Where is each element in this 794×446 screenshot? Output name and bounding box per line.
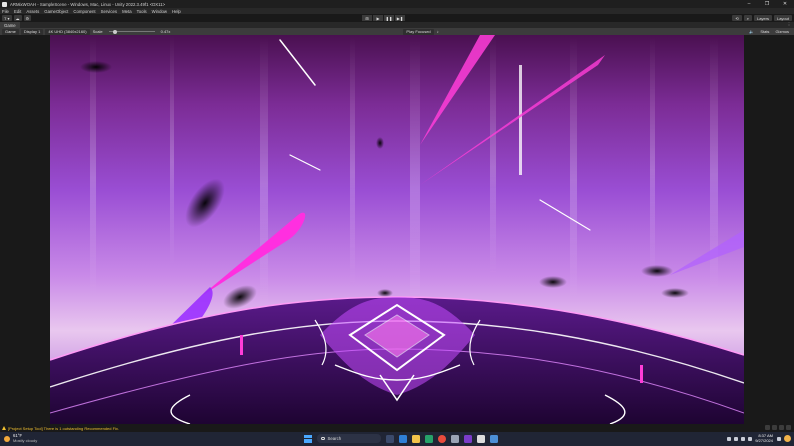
chevron-up-icon[interactable]	[727, 436, 732, 441]
app-icon-8[interactable]	[490, 434, 498, 443]
status-right-icons	[763, 425, 791, 430]
app-icon-6[interactable]	[464, 434, 472, 443]
play-mode-dropdown[interactable]: Play Focused	[403, 28, 434, 35]
unity-taskbar-icon[interactable]	[477, 434, 485, 443]
scale-slider[interactable]	[108, 29, 155, 34]
close-button[interactable]: ✕	[776, 0, 794, 8]
stats-button[interactable]: Stats	[757, 29, 772, 35]
minimize-button[interactable]: –	[740, 0, 758, 8]
game-scene-render	[50, 35, 744, 424]
unity-logo-icon	[2, 1, 7, 7]
copilot-icon[interactable]	[784, 435, 791, 443]
task-view-icon[interactable]	[386, 434, 394, 443]
title-bar: ARMixWOAH - SampleScene - Windows, Mac, …	[0, 0, 794, 8]
scale-value: 0.47x	[160, 29, 171, 34]
window-title: ARMixWOAH - SampleScene - Windows, Mac, …	[10, 1, 166, 7]
scale-slider-handle[interactable]	[113, 29, 118, 34]
audio-icon[interactable]: 🔈	[746, 29, 757, 35]
game-mode-dropdown[interactable]: Game	[2, 28, 19, 35]
display-dropdown[interactable]: Display 1	[20, 28, 44, 35]
layers-dropdown[interactable]: Layers	[753, 15, 772, 21]
cloud-icon[interactable]: ☁	[13, 15, 22, 21]
menu-edit[interactable]: Edit	[14, 9, 21, 14]
clock-date: 9/27/2024	[755, 437, 773, 443]
play-button[interactable]: ▶	[373, 15, 383, 21]
search-placeholder: Search	[327, 436, 342, 441]
status-bar: [Project Setup Tool] There is 1 outstand…	[0, 424, 794, 432]
scale-label: Scale	[92, 29, 103, 34]
toolbar-right: ⟲ ⌕ Layers Layout	[730, 15, 792, 21]
weather-widget[interactable]: 61°F Mostly cloudy	[4, 434, 37, 443]
gizmos-button[interactable]: Gizmos	[772, 29, 792, 35]
arena-platform	[50, 296, 744, 424]
search-icon[interactable]: ⌕	[743, 15, 752, 21]
menu-help[interactable]: Help	[172, 9, 181, 14]
pause-button[interactable]: ❚❚	[384, 15, 394, 21]
app-icon-5[interactable]	[451, 434, 459, 443]
cache-icon[interactable]	[772, 425, 777, 430]
console-status-message[interactable]: [Project Setup Tool] There is 1 outstand…	[8, 426, 119, 431]
settings-icon[interactable]: ⚙	[23, 15, 32, 21]
menu-services[interactable]: Services	[101, 9, 117, 14]
system-clock[interactable]: 8:37 AM 9/27/2024	[755, 433, 773, 443]
taskbar-search[interactable]: Search	[317, 434, 381, 443]
notification-bell-icon[interactable]	[777, 436, 781, 441]
debug-icon[interactable]	[779, 425, 784, 430]
step-button[interactable]: ▶❚	[395, 15, 405, 21]
windows-taskbar: 61°F Mostly cloudy Search 8:37 AM 9/27/2…	[0, 432, 794, 446]
layout-dropdown[interactable]: Layout	[773, 15, 792, 21]
menu-gameobject[interactable]: GameObject	[44, 9, 68, 14]
app-icon-3[interactable]	[425, 434, 433, 443]
search-icon	[321, 436, 325, 441]
collab-icon[interactable]	[786, 425, 791, 430]
main-toolbar: T ▾ ☁ ⚙ ⊞ ▶ ❚❚ ▶❚ ⟲ ⌕ Layers Layout	[0, 14, 794, 22]
game-view-toolbar: Game Display 1 4K UHD (3840x2160) Scale …	[0, 28, 794, 35]
warning-icon	[2, 426, 6, 430]
menu-window[interactable]: Window	[152, 9, 167, 14]
light-streaks	[90, 35, 718, 315]
app-icon-1[interactable]	[399, 434, 407, 443]
network-icon[interactable]	[734, 436, 739, 441]
sun-icon	[4, 436, 10, 442]
layout-toggle-button[interactable]: ⊞	[362, 15, 372, 21]
volume-icon[interactable]	[741, 436, 746, 441]
system-tray: 8:37 AM 9/27/2024	[727, 433, 794, 443]
chrome-icon[interactable]	[438, 434, 446, 443]
play-controls: ⊞ ▶ ❚❚ ▶❚	[362, 15, 406, 21]
resolution-dropdown[interactable]: 4K UHD (3840x2160)	[45, 28, 90, 35]
maximize-button[interactable]: ❐	[758, 0, 776, 8]
file-explorer-icon[interactable]	[412, 434, 420, 443]
menu-file[interactable]: File	[2, 9, 9, 14]
menu-assets[interactable]: Assets	[26, 9, 39, 14]
taskbar-center: Search	[304, 434, 498, 443]
menu-component[interactable]: Component	[73, 9, 95, 14]
window-controls: – ❐ ✕	[740, 0, 794, 8]
menu-tools[interactable]: Tools	[137, 9, 147, 14]
game-toolbar-right: 🔈 Stats Gizmos	[746, 29, 792, 35]
menu-meta[interactable]: Meta	[122, 9, 132, 14]
windows-start-icon[interactable]	[304, 434, 312, 443]
history-icon[interactable]: ⟲	[732, 15, 742, 21]
account-button[interactable]: T ▾	[2, 15, 12, 21]
progress-icon[interactable]	[765, 425, 770, 430]
battery-icon[interactable]	[748, 436, 753, 441]
weather-condition: Mostly cloudy	[13, 438, 38, 443]
mute-icon[interactable]: ♪	[434, 29, 442, 35]
game-viewport[interactable]	[50, 35, 744, 424]
